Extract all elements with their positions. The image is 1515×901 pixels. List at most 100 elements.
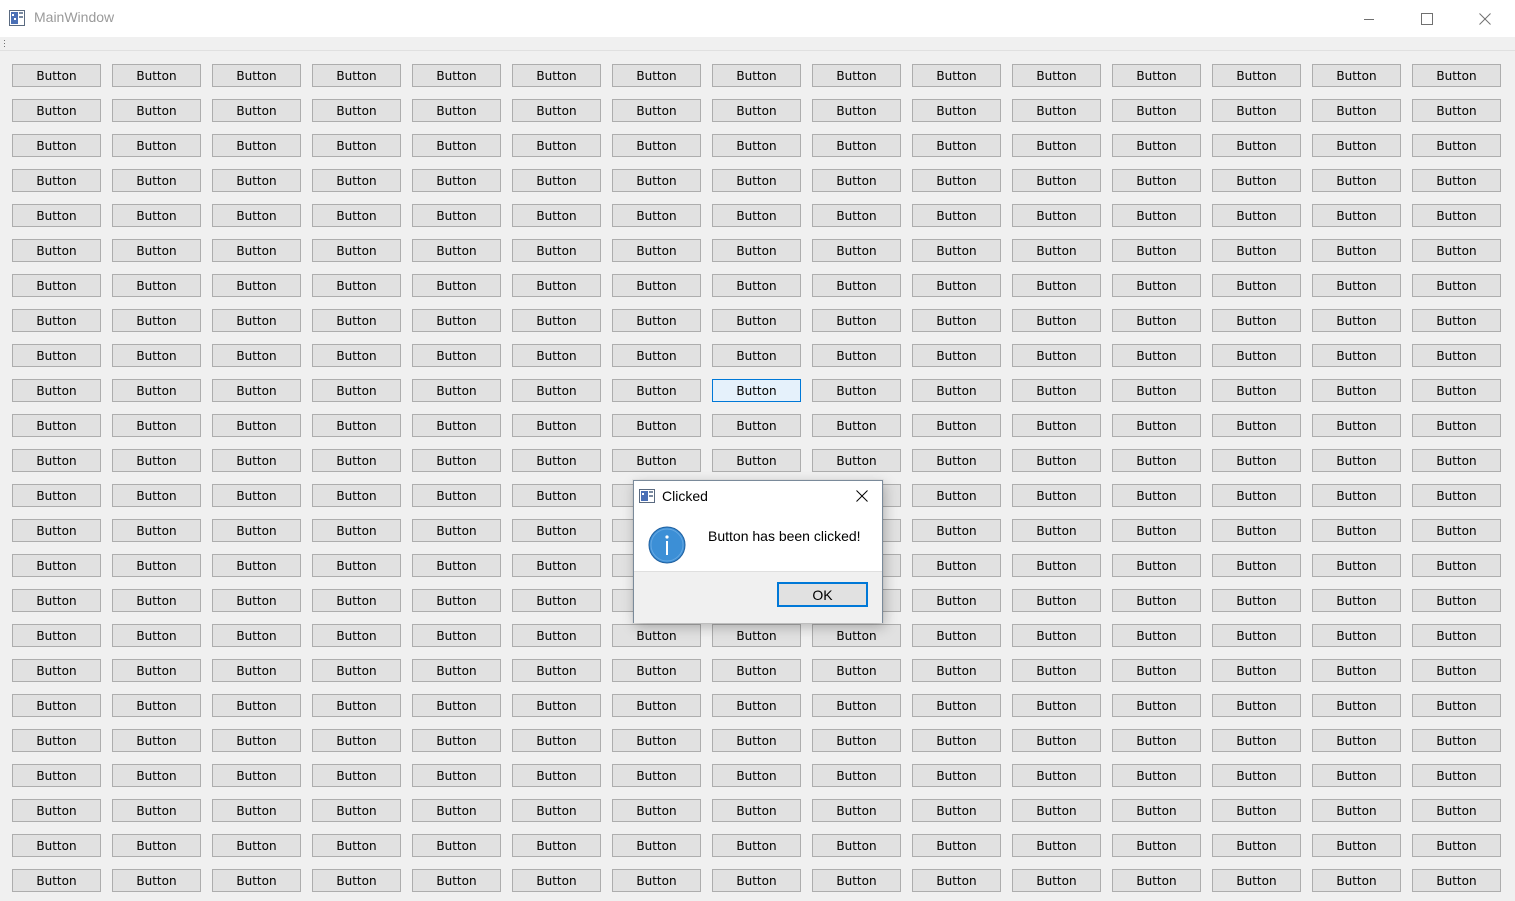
grid-button[interactable]: Button	[1312, 799, 1401, 822]
grid-button[interactable]: Button	[312, 729, 401, 752]
grid-button[interactable]: Button	[412, 309, 501, 332]
grid-button[interactable]: Button	[312, 519, 401, 542]
grid-button[interactable]: Button	[112, 799, 201, 822]
grid-button[interactable]: Button	[712, 869, 801, 892]
grid-button[interactable]: Button	[412, 589, 501, 612]
grid-button[interactable]: Button	[612, 64, 701, 87]
grid-button[interactable]: Button	[712, 729, 801, 752]
grid-button[interactable]: Button	[612, 169, 701, 192]
grid-button[interactable]: Button	[812, 869, 901, 892]
grid-button[interactable]: Button	[612, 729, 701, 752]
grid-button[interactable]: Button	[212, 834, 301, 857]
grid-button[interactable]: Button	[1212, 169, 1301, 192]
grid-button[interactable]: Button	[412, 519, 501, 542]
grid-button[interactable]: Button	[1412, 589, 1501, 612]
grid-button[interactable]: Button	[1212, 64, 1301, 87]
grid-button[interactable]: Button	[1412, 484, 1501, 507]
grid-button[interactable]: Button	[112, 729, 201, 752]
grid-button[interactable]: Button	[912, 589, 1001, 612]
grid-button[interactable]: Button	[1412, 64, 1501, 87]
grid-button[interactable]: Button	[212, 449, 301, 472]
grid-button[interactable]: Button	[912, 239, 1001, 262]
grid-button[interactable]: Button	[1112, 589, 1201, 612]
grid-button[interactable]: Button	[412, 624, 501, 647]
grid-button[interactable]: Button	[1112, 764, 1201, 787]
grid-button[interactable]: Button	[412, 204, 501, 227]
grid-button[interactable]: Button	[312, 484, 401, 507]
grid-button[interactable]: Button	[612, 449, 701, 472]
grid-button[interactable]: Button	[1212, 834, 1301, 857]
grid-button[interactable]: Button	[812, 64, 901, 87]
grid-button[interactable]: Button	[512, 799, 601, 822]
grid-button[interactable]: Button	[12, 344, 101, 367]
grid-button[interactable]: Button	[112, 624, 201, 647]
grid-button[interactable]: Button	[712, 694, 801, 717]
grid-button[interactable]: Button	[812, 834, 901, 857]
grid-button[interactable]: Button	[1212, 729, 1301, 752]
grid-button[interactable]: Button	[512, 134, 601, 157]
grid-button[interactable]: Button	[112, 449, 201, 472]
grid-button[interactable]: Button	[1212, 799, 1301, 822]
grid-button[interactable]: Button	[512, 204, 601, 227]
grid-button[interactable]: Button	[412, 764, 501, 787]
grid-button[interactable]: Button	[412, 799, 501, 822]
grid-button[interactable]: Button	[612, 99, 701, 122]
grid-button[interactable]: Button	[1012, 169, 1101, 192]
grid-button[interactable]: Button	[812, 379, 901, 402]
grid-button[interactable]: Button	[312, 799, 401, 822]
grid-button[interactable]: Button	[912, 379, 1001, 402]
grid-button[interactable]: Button	[1012, 64, 1101, 87]
grid-button[interactable]: Button	[212, 519, 301, 542]
grid-button[interactable]: Button	[812, 239, 901, 262]
grid-button[interactable]: Button	[1312, 624, 1401, 647]
grid-button[interactable]: Button	[1112, 239, 1201, 262]
grid-button[interactable]: Button	[1412, 659, 1501, 682]
grid-button[interactable]: Button	[1112, 309, 1201, 332]
grid-button[interactable]: Button	[12, 99, 101, 122]
grid-button[interactable]: Button	[612, 764, 701, 787]
grid-button[interactable]: Button	[1412, 869, 1501, 892]
grid-button[interactable]: Button	[1412, 274, 1501, 297]
grid-button[interactable]: Button	[12, 589, 101, 612]
grid-button[interactable]: Button	[1312, 484, 1401, 507]
grid-button[interactable]: Button	[712, 834, 801, 857]
grid-button[interactable]: Button	[12, 64, 101, 87]
grid-button[interactable]: Button	[412, 344, 501, 367]
dialog-close-button[interactable]	[852, 486, 872, 506]
grid-button[interactable]: Button	[112, 169, 201, 192]
grid-button[interactable]: Button	[512, 519, 601, 542]
grid-button[interactable]: Button	[1312, 309, 1401, 332]
grid-button[interactable]: Button	[112, 344, 201, 367]
grid-button[interactable]: Button	[12, 554, 101, 577]
grid-button[interactable]: Button	[12, 134, 101, 157]
grid-button[interactable]: Button	[1412, 99, 1501, 122]
grid-button[interactable]: Button	[112, 519, 201, 542]
grid-button[interactable]: Button	[1412, 379, 1501, 402]
grid-button[interactable]: Button	[1012, 134, 1101, 157]
grid-button[interactable]: Button	[412, 274, 501, 297]
grid-button[interactable]: Button	[612, 694, 701, 717]
grid-button[interactable]: Button	[1312, 449, 1401, 472]
grid-button[interactable]: Button	[1312, 834, 1401, 857]
grid-button[interactable]: Button	[1112, 659, 1201, 682]
grid-button[interactable]: Button	[1212, 344, 1301, 367]
grid-button[interactable]: Button	[512, 554, 601, 577]
grid-button[interactable]: Button	[312, 379, 401, 402]
grid-button[interactable]: Button	[312, 414, 401, 437]
grid-button[interactable]: Button	[912, 134, 1001, 157]
grid-button[interactable]: Button	[1112, 64, 1201, 87]
grid-button[interactable]: Button	[412, 169, 501, 192]
grid-button[interactable]: Button	[512, 379, 601, 402]
grid-button[interactable]: Button	[712, 624, 801, 647]
grid-button[interactable]: Button	[312, 169, 401, 192]
grid-button[interactable]: Button	[312, 239, 401, 262]
grid-button[interactable]: Button	[312, 449, 401, 472]
grid-button[interactable]: Button	[612, 414, 701, 437]
grid-button[interactable]: Button	[1012, 449, 1101, 472]
grid-button[interactable]: Button	[812, 99, 901, 122]
grid-button[interactable]: Button	[612, 379, 701, 402]
grid-button[interactable]: Button	[1312, 729, 1401, 752]
grid-button[interactable]: Button	[412, 379, 501, 402]
grid-button[interactable]: Button	[112, 589, 201, 612]
grid-button[interactable]: Button	[412, 239, 501, 262]
